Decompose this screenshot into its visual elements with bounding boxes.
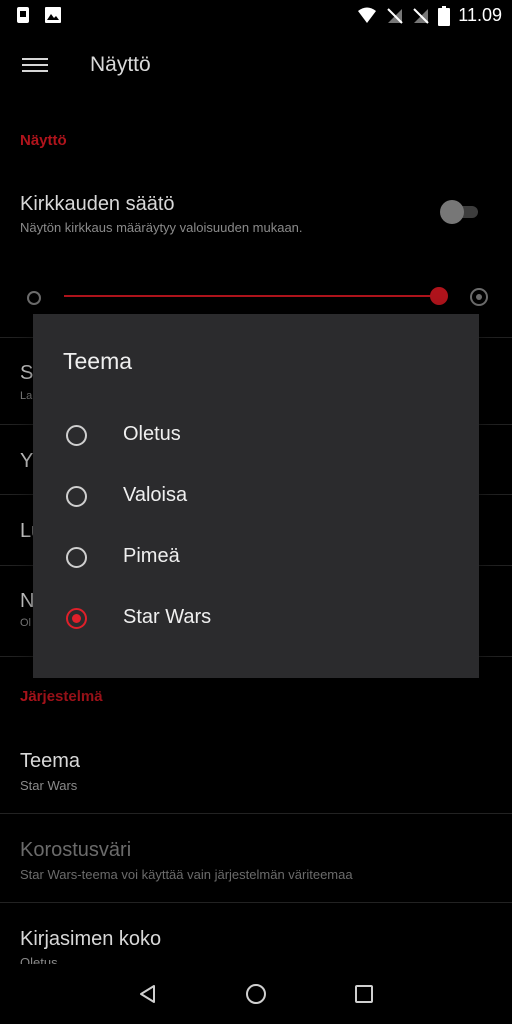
brightness-low-icon xyxy=(27,291,41,305)
option-label: Valoisa xyxy=(123,484,188,506)
brightness-slider[interactable] xyxy=(22,283,492,313)
radio-button[interactable] xyxy=(66,547,87,568)
dialog-title: Teema xyxy=(63,348,133,374)
device-notification-icon xyxy=(17,7,29,23)
radio-button[interactable] xyxy=(66,425,87,446)
radio-button-selected[interactable] xyxy=(66,608,87,629)
page-title: Näyttö xyxy=(90,53,151,76)
theme-option-default[interactable]: Oletus xyxy=(33,410,479,466)
clock: 11.09 xyxy=(458,5,502,25)
wifi-icon xyxy=(358,7,377,23)
theme-dialog: Teema Oletus Valoisa Pimeä Star Wars xyxy=(33,314,479,678)
hidden-item-subtitle: La xyxy=(20,390,33,402)
theme-option-light[interactable]: Valoisa xyxy=(33,471,479,527)
brightness-high-icon xyxy=(470,288,488,306)
auto-brightness-toggle[interactable] xyxy=(440,200,478,224)
battery-icon xyxy=(438,5,451,26)
option-label: Pimeä xyxy=(123,545,180,567)
no-signal-icon-2 xyxy=(413,7,429,24)
hidden-item-title[interactable]: Y xyxy=(20,450,33,473)
theme-option-dark[interactable]: Pimeä xyxy=(33,532,479,588)
option-label: Oletus xyxy=(123,423,181,445)
home-icon[interactable] xyxy=(246,984,266,1004)
theme-item-title[interactable]: Teema xyxy=(20,750,80,773)
image-notification-icon xyxy=(45,7,61,23)
brightness-title[interactable]: Kirkkauden säätö xyxy=(20,193,175,216)
hidden-item-title[interactable]: S xyxy=(20,362,33,385)
font-size-item-title[interactable]: Kirjasimen koko xyxy=(20,928,161,951)
menu-icon[interactable] xyxy=(22,54,48,76)
no-signal-icon xyxy=(387,7,403,24)
accent-item-subtitle: Star Wars-teema voi käyttää vain järjest… xyxy=(20,867,353,882)
option-label: Star Wars xyxy=(123,606,212,628)
section-header-system: Järjestelmä xyxy=(20,688,103,705)
section-header-display: Näyttö xyxy=(20,132,67,149)
slider-thumb[interactable] xyxy=(430,287,448,305)
hidden-item-subtitle: Ol xyxy=(20,617,31,629)
navigation-bar xyxy=(0,964,512,1024)
accent-item-title: Korostusväri xyxy=(20,839,132,861)
theme-option-star-wars[interactable]: Star Wars xyxy=(33,593,479,649)
back-icon[interactable] xyxy=(138,984,158,1004)
brightness-subtitle: Näytön kirkkaus määräytyy valoisuuden mu… xyxy=(20,220,303,235)
radio-button[interactable] xyxy=(66,486,87,507)
divider xyxy=(0,813,512,814)
status-bar: 11.09 xyxy=(0,0,512,32)
recent-apps-icon[interactable] xyxy=(355,985,373,1003)
app-bar: Näyttö xyxy=(0,32,512,102)
divider xyxy=(0,902,512,903)
theme-item-subtitle: Star Wars xyxy=(20,778,78,793)
